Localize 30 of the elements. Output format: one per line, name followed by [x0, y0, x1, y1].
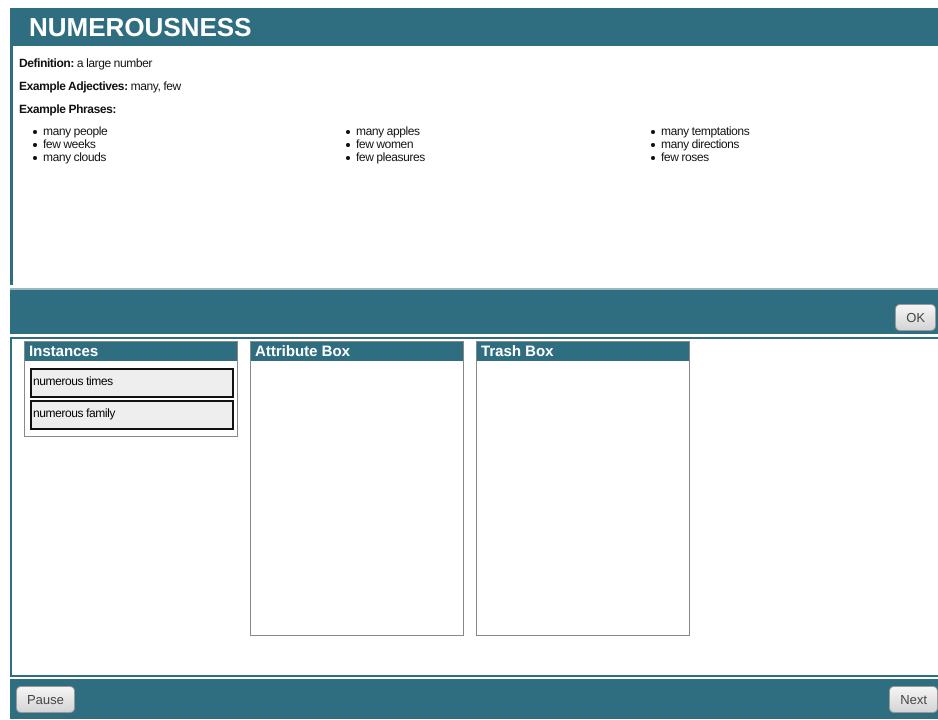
box-title: Attribute Box	[251, 342, 463, 361]
phrase-item: few women	[356, 138, 414, 151]
instance-card[interactable]: numerous times	[30, 368, 234, 398]
bullet-icon	[33, 130, 37, 134]
bullet-icon	[346, 156, 350, 160]
next-button[interactable]: Next	[889, 686, 938, 712]
adjectives-text: Example Adjectives: many, few	[19, 79, 182, 93]
phrase-item: many temptations	[661, 125, 750, 138]
phrases-label: Example Phrases:	[19, 102, 117, 116]
phrase-item: few weeks	[43, 138, 96, 151]
bullet-icon	[651, 142, 655, 146]
box-title: Trash Box	[477, 342, 689, 361]
phrase-item: few roses	[661, 151, 709, 164]
pause-button[interactable]: Pause	[16, 686, 75, 712]
box-title: Instances	[25, 342, 237, 361]
bullet-icon	[33, 142, 37, 146]
bullet-icon	[651, 156, 655, 160]
bullet-icon	[346, 142, 350, 146]
phrase-item: many people	[43, 125, 108, 138]
phrase-item: many directions	[661, 138, 740, 151]
phrase-item: many clouds	[43, 151, 106, 164]
page-title: NUMEROUSNESS	[29, 12, 252, 42]
bullet-icon	[651, 130, 655, 134]
bullet-icon	[346, 130, 350, 134]
definition-text: Definition: a large number	[19, 56, 154, 70]
bullet-icon	[33, 156, 37, 160]
phrase-item: many apples	[356, 125, 420, 138]
instance-card[interactable]: numerous family	[30, 400, 234, 430]
phrase-item: few pleasures	[356, 151, 425, 164]
ok-button[interactable]: OK	[895, 304, 936, 331]
